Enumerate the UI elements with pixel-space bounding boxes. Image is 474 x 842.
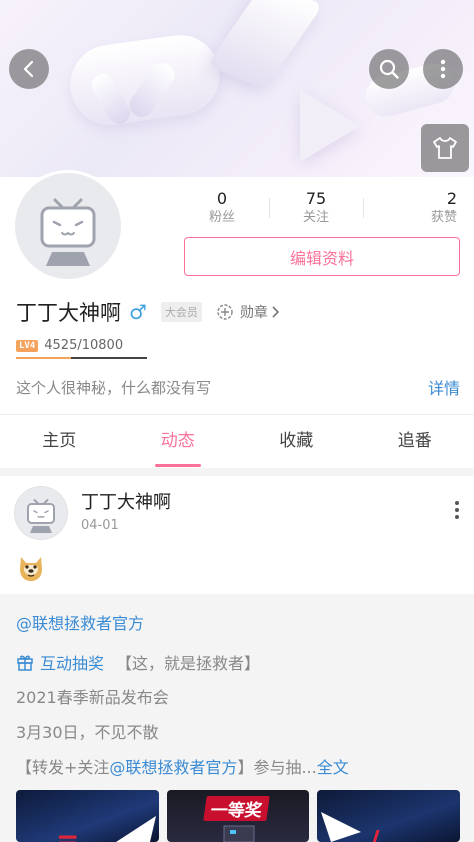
lottery-label: 互动抽奖 <box>40 654 105 673</box>
stat-label: 粉丝 <box>208 210 235 225</box>
tv-mascot-icon <box>40 198 96 266</box>
banner-decoration <box>300 90 360 162</box>
repost-text-prefix: 【转发+关注 <box>16 758 110 777</box>
tab-favorites[interactable]: 收藏 <box>237 415 356 467</box>
stat-following[interactable]: 75 关注 <box>269 190 363 228</box>
repost-text-suffix: 】参与抽... <box>237 758 317 777</box>
signature-text: 这个人很神秘，什么都没有写 <box>16 378 212 397</box>
repost-text-line: 3月30日，不见不散 <box>16 723 159 742</box>
repost-text-line: 2021春季新品发布会 <box>16 688 169 707</box>
name-row: 丁丁大神啊 ♂ 大会员 勋章 <box>16 297 280 327</box>
repost-image[interactable]: ≡ <box>16 790 159 842</box>
image-graphic: / <box>369 824 380 842</box>
stat-value: 75 <box>305 189 327 208</box>
repost-mention-inline[interactable]: @联想拯救者官方 <box>109 758 237 777</box>
tab-bangumi[interactable]: 追番 <box>356 415 474 467</box>
post-date: 04-01 <box>81 518 119 533</box>
detail-link[interactable]: 详情 <box>428 375 460 399</box>
level-row: LV4 4525/10800 <box>16 338 123 353</box>
repost-image[interactable]: 一等奖 <box>166 790 310 842</box>
experience-bar <box>16 357 147 359</box>
stat-fans[interactable]: 0 粉丝 <box>175 190 269 228</box>
level-badge: LV4 <box>16 339 39 352</box>
profile-avatar[interactable] <box>12 170 124 282</box>
image-graphic <box>116 816 156 842</box>
repost-mention[interactable]: @联想拯救者官方 <box>16 610 144 634</box>
gender-male-icon: ♂ <box>129 300 147 324</box>
post-author-avatar[interactable] <box>14 486 68 540</box>
search-icon <box>379 59 399 79</box>
profile-tabs: 主页 动态 收藏 追番 <box>0 415 474 467</box>
repost-images: ≡ 一等奖 / <box>16 790 461 842</box>
post-author-name[interactable]: 丁丁大神啊 <box>81 488 171 514</box>
experience-text: 4525/10800 <box>44 338 124 353</box>
more-vertical-icon[interactable] <box>448 498 466 522</box>
tshirt-icon <box>433 137 457 159</box>
stat-label: 获赞 <box>430 210 457 225</box>
medal-link[interactable]: 勋章 <box>216 302 280 322</box>
doge-emoji <box>20 557 42 581</box>
lottery-text: 【这，就是拯救者】 <box>116 654 261 673</box>
repost-image[interactable]: / <box>317 790 461 842</box>
profile-stats: 0 粉丝 75 关注 2 获赞 <box>175 190 465 228</box>
full-text-link[interactable]: 全文 <box>317 758 349 777</box>
more-vertical-icon <box>440 59 446 79</box>
gift-icon <box>17 655 33 671</box>
image-caption: 一等奖 <box>202 796 270 821</box>
search-button[interactable] <box>369 49 409 89</box>
edit-profile-button[interactable]: 编辑资料 <box>184 237 460 276</box>
tab-home[interactable]: 主页 <box>0 415 119 467</box>
back-button[interactable] <box>9 49 49 89</box>
stat-likes[interactable]: 2 获赞 <box>363 190 465 228</box>
banner-decoration <box>206 0 324 90</box>
section-gap <box>0 468 474 476</box>
lottery-row[interactable]: 互动抽奖 【这，就是拯救者】 <box>16 650 260 674</box>
stat-label: 关注 <box>302 210 329 225</box>
medal-label: 勋章 <box>239 305 268 321</box>
user-name: 丁丁大神啊 <box>16 301 121 325</box>
image-graphic <box>223 825 255 842</box>
tab-dynamics[interactable]: 动态 <box>119 415 238 467</box>
tv-mascot-icon <box>27 499 55 533</box>
chevron-right-icon <box>272 306 280 318</box>
profile-banner <box>0 0 474 177</box>
back-arrow-icon <box>23 60 34 78</box>
image-graphic: ≡ <box>56 826 79 842</box>
stat-value: 2 <box>446 189 457 208</box>
repost-text-line: 【转发+关注@联想拯救者官方】参与抽...全文 <box>16 754 349 778</box>
signature-row: 这个人很神秘，什么都没有写 详情 <box>16 375 460 399</box>
experience-bar-fill <box>16 357 71 359</box>
dress-up-button[interactable] <box>421 124 469 172</box>
vip-badge[interactable]: 大会员 <box>160 302 202 322</box>
stat-value: 0 <box>216 189 228 208</box>
medal-icon <box>217 304 233 320</box>
image-graphic <box>321 812 362 842</box>
more-button[interactable] <box>423 49 463 89</box>
